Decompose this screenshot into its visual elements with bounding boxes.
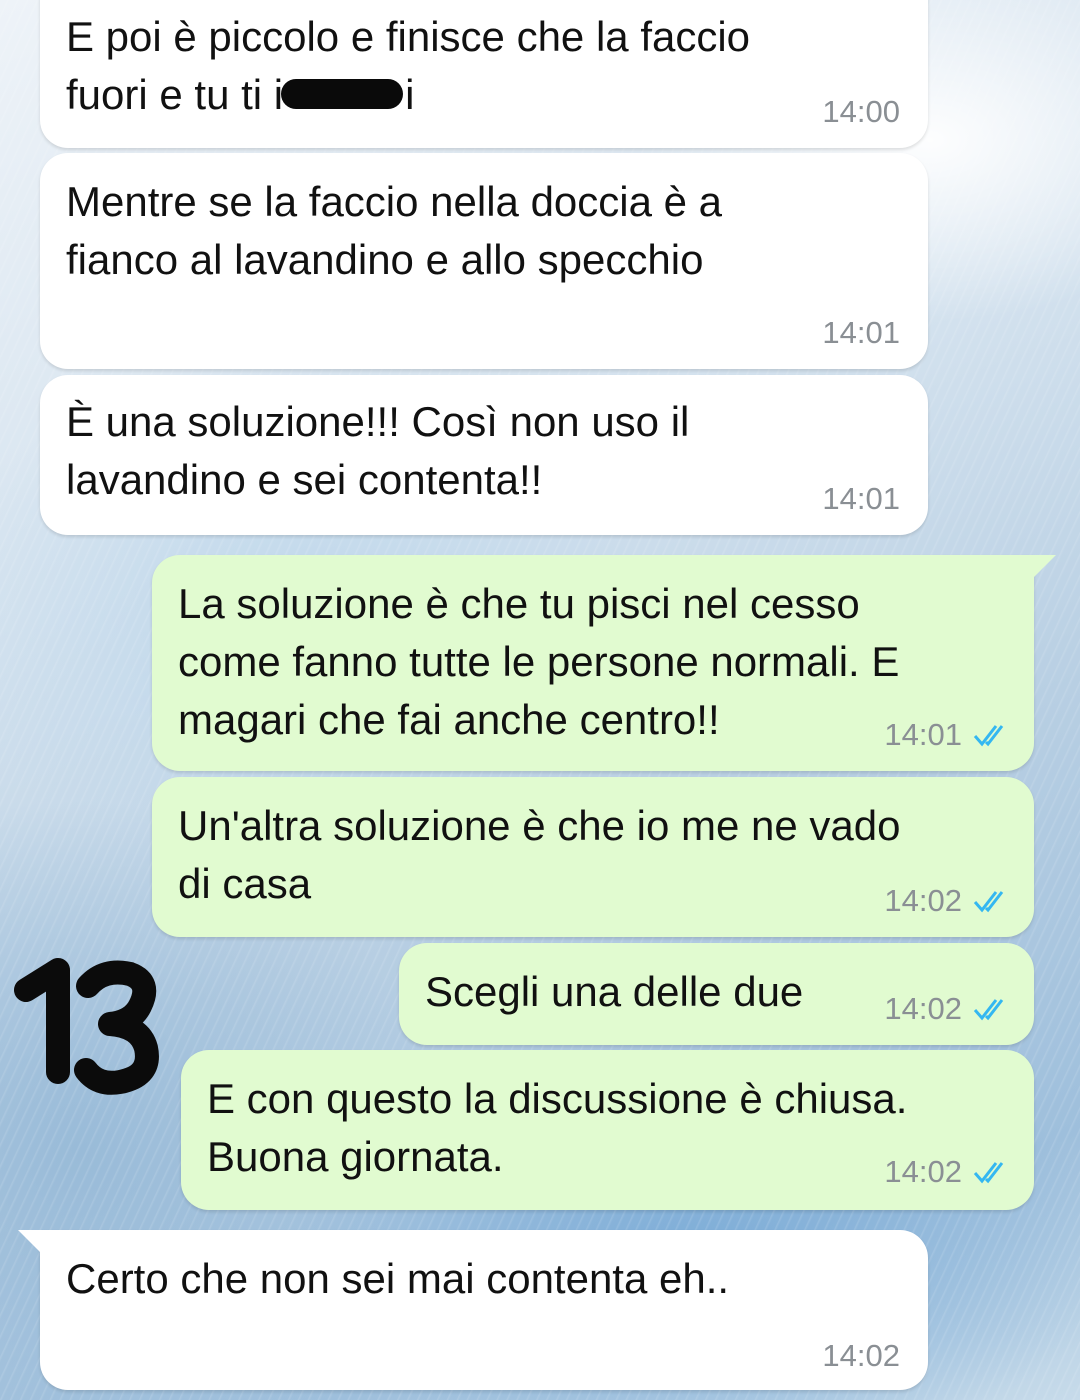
message-meta: 14:02: [884, 883, 1014, 919]
redaction-mark: [281, 78, 404, 109]
incoming-message[interactable]: Mentre se la faccio nella doccia è a fia…: [40, 153, 928, 369]
read-double-check-icon: [973, 725, 1004, 747]
read-double-check-icon: [973, 999, 1004, 1021]
message-timestamp: 14:01: [822, 481, 900, 516]
message-text: È una soluzione!!! Così non uso il lavan…: [66, 398, 690, 503]
message-timestamp: 14:02: [884, 883, 962, 918]
message-timestamp: 14:00: [822, 94, 900, 129]
incoming-message[interactable]: È una soluzione!!! Così non uso il lavan…: [40, 375, 928, 535]
incoming-message[interactable]: Certo che non sei mai contenta eh.. 14:0…: [40, 1230, 928, 1390]
message-text: Certo che non sei mai contenta eh..: [66, 1255, 730, 1302]
bubble-tail: [1034, 555, 1056, 577]
outgoing-message[interactable]: La soluzione è che tu pisci nel cesso co…: [152, 555, 1034, 771]
message-text: E poi è piccolo e finisce che la faccio …: [66, 13, 751, 118]
message-meta: 14:02: [884, 991, 1014, 1027]
message-timestamp: 14:02: [822, 1338, 900, 1373]
outgoing-message[interactable]: Scegli una delle due 14:02: [399, 943, 1034, 1045]
read-double-check-icon: [973, 1162, 1004, 1184]
message-meta: 14:01: [884, 717, 1014, 753]
message-timestamp: 14:02: [884, 1154, 962, 1189]
bubble-tail: [18, 1230, 40, 1252]
incoming-message[interactable]: E poi è piccolo e finisce che la faccio …: [40, 0, 928, 148]
message-timestamp: 14:01: [884, 717, 962, 752]
message-timestamp: 14:02: [884, 991, 962, 1026]
outgoing-message[interactable]: Un'altra soluzione è che io me ne vado d…: [152, 777, 1034, 937]
message-text: Mentre se la faccio nella doccia è a fia…: [66, 178, 723, 283]
message-timestamp: 14:01: [822, 315, 900, 350]
annotation-number-badge: [14, 958, 159, 1095]
read-double-check-icon: [973, 891, 1004, 913]
outgoing-message[interactable]: E con questo la discussione è chiusa. Bu…: [181, 1050, 1034, 1210]
message-meta: 14:02: [884, 1154, 1014, 1190]
message-text: Scegli una delle due: [425, 968, 804, 1015]
